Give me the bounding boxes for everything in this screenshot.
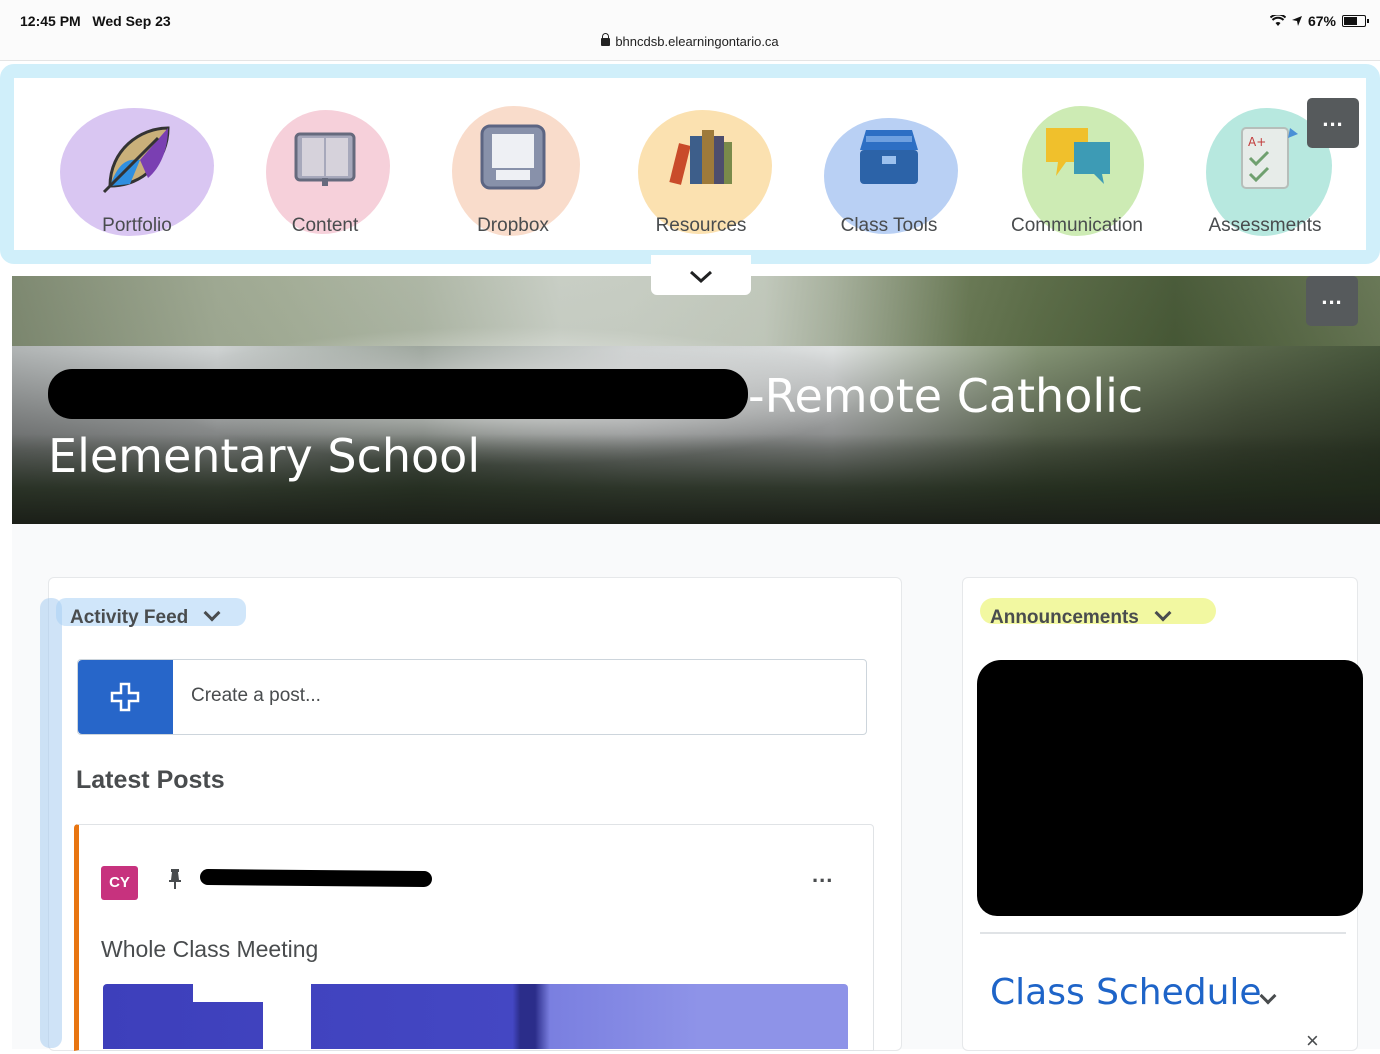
course-title: -Remote Catholic Elementary School	[48, 368, 1144, 483]
post-title[interactable]: Whole Class Meeting	[101, 936, 318, 963]
close-icon[interactable]: ×	[1306, 1028, 1319, 1054]
activity-feed-highlight-annotation	[40, 598, 62, 1048]
create-post-box[interactable]: Create a post...	[77, 659, 867, 735]
address-bar[interactable]: bhncdsb.elearningontario.ca	[0, 33, 1380, 49]
status-indicators: 67%	[1269, 13, 1369, 29]
battery-icon	[1342, 15, 1369, 27]
chevron-down-icon	[689, 270, 713, 284]
redaction-mark	[48, 368, 748, 419]
add-post-button[interactable]	[78, 660, 173, 734]
navbar-more-button[interactable]: ...	[1307, 98, 1359, 148]
activity-feed-menu[interactable]: Activity Feed	[70, 604, 221, 629]
status-time: 12:45 PM Wed Sep 23	[20, 13, 171, 29]
navbar-collapse-toggle[interactable]	[651, 255, 751, 295]
post-image	[103, 984, 848, 1049]
wifi-icon	[1269, 15, 1286, 26]
create-post-input[interactable]: Create a post...	[191, 685, 321, 707]
svg-text:A+: A+	[1248, 135, 1266, 149]
lock-icon	[601, 33, 611, 46]
nav-label: Content	[291, 215, 359, 236]
portfolio-leaf-icon	[102, 126, 170, 194]
books-icon	[669, 130, 732, 185]
battery-percent: 67%	[1307, 13, 1336, 29]
course-navbar: Portfolio Content Dropbox Resources Clas…	[12, 80, 1380, 260]
ios-status-bar: 12:45 PM Wed Sep 23 bhncdsb.elearningont…	[0, 0, 1380, 61]
nav-label: Resources	[655, 215, 747, 236]
location-arrow-icon	[1291, 16, 1302, 26]
redaction-mark	[977, 660, 1363, 916]
chevron-down-icon	[1154, 604, 1172, 622]
nav-label: Class Tools	[840, 215, 938, 236]
speech-bubbles-icon	[1046, 128, 1110, 184]
banner-more-button[interactable]: ...	[1306, 276, 1358, 326]
pin-icon	[168, 869, 182, 895]
book-icon	[294, 132, 356, 186]
nav-label: Communication	[1011, 215, 1143, 236]
dropbox-tray-icon	[480, 124, 546, 190]
chevron-down-icon	[203, 604, 221, 622]
latest-posts-heading: Latest Posts	[76, 766, 225, 794]
announcements-menu[interactable]: Announcements	[990, 604, 1172, 629]
post-more-button[interactable]: ...	[812, 862, 833, 888]
redaction-mark	[199, 868, 433, 888]
assessment-checklist-icon: A+	[1241, 127, 1298, 189]
plus-icon	[110, 682, 140, 712]
nav-label: Dropbox	[477, 215, 549, 236]
url-text: bhncdsb.elearningontario.ca	[615, 34, 779, 49]
class-schedule-title[interactable]: Class Schedule	[990, 972, 1262, 1013]
avatar[interactable]: CY	[101, 866, 138, 900]
course-banner: -Remote Catholic Elementary School ...	[12, 276, 1380, 524]
nav-label: Portfolio	[102, 215, 172, 236]
divider	[980, 932, 1346, 934]
nav-label: Assessments	[1208, 215, 1322, 236]
toolbox-icon	[860, 130, 918, 184]
